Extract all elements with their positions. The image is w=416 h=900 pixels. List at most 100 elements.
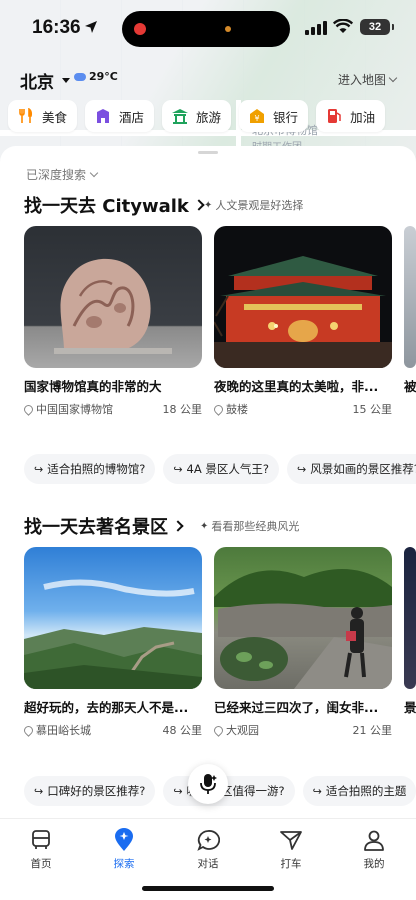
category-travel[interactable]: 旅游 — [162, 100, 232, 132]
tab-label: 探索 — [113, 858, 135, 870]
post-photo — [404, 547, 416, 689]
location-pin-icon — [22, 402, 35, 416]
post-title: 夜晚的这里真的太美啦，非... — [214, 379, 379, 394]
tab-label: 对话 — [197, 858, 219, 870]
section-title-text: 找一天去著名景区 — [24, 517, 168, 538]
enter-map-button[interactable]: 进入地图 — [337, 71, 398, 88]
post-title: 已经来过三四次了，闺女非... — [214, 700, 379, 715]
sheet-handle[interactable] — [198, 151, 218, 154]
category-label: 加油 — [350, 109, 376, 125]
section-subtitle: ✦ 看看那些经典风光 — [200, 518, 299, 534]
tab-label: 首页 — [30, 858, 52, 870]
post-photo — [24, 226, 202, 368]
fuel-icon — [324, 106, 344, 126]
sparkle-icon: ✦ — [200, 520, 209, 532]
post-photo — [214, 226, 392, 368]
post-meta: 鼓楼 15 公里 — [212, 401, 393, 417]
question-chip[interactable]: ↪ 适合拍照的主题 — [302, 776, 416, 806]
post-card[interactable]: 已经来过三四次了，闺女非... 大观园 21 公里 — [212, 547, 393, 738]
question-chip[interactable]: ↪ 口碑好的景区推荐? — [24, 776, 156, 806]
post-distance: 15 公里 — [352, 403, 393, 416]
question-chip[interactable]: ↪ 4A 景区人气王? — [163, 454, 279, 484]
cloud-icon — [74, 72, 86, 81]
deep-search-label: 已深度搜索 — [26, 168, 87, 182]
pavilion-icon — [170, 106, 190, 126]
post-place: 中国国家博物馆 — [36, 403, 113, 416]
post-distance: 21 公里 — [352, 724, 393, 737]
chevron-down-icon — [388, 73, 398, 83]
reply-arrow-icon: ↪ — [173, 784, 183, 798]
status-bar: 16:36 32 — [0, 0, 416, 56]
post-meta: 慕田峪长城 48 公里 — [22, 722, 203, 738]
post-card[interactable]: 国家博物馆真的非常的大 中国国家博物馆 18 公里 — [22, 226, 203, 417]
section-title-citywalk[interactable]: 找一天去 Citywalk — [24, 192, 205, 218]
category-label: 酒店 — [119, 109, 145, 125]
svg-text:¥: ¥ — [255, 114, 260, 123]
status-time: 16:36 — [32, 17, 81, 38]
fork-knife-icon — [16, 106, 36, 126]
post-photo — [214, 547, 392, 689]
caret-down-icon — [62, 78, 70, 83]
reply-arrow-icon: ↪ — [312, 784, 322, 798]
location-pin-icon — [212, 723, 225, 737]
paper-plane-icon — [280, 831, 302, 850]
wifi-icon — [333, 19, 353, 33]
post-card[interactable]: 景 — [404, 547, 416, 738]
post-title: 国家博物馆真的非常的大 — [24, 379, 162, 394]
post-photo — [24, 547, 202, 689]
tab-explore[interactable]: 探索 — [94, 827, 154, 871]
tab-home[interactable]: 首页 — [11, 827, 71, 871]
category-chips: 美食 酒店 旅游 ¥ 银行 加油 — [8, 100, 416, 132]
post-card[interactable]: 超好玩的，去的那天人不是... 慕田峪长城 48 公里 — [22, 547, 203, 738]
sparkle-icon: ✦ — [204, 199, 213, 211]
category-label: 美食 — [42, 109, 68, 125]
chat-bubble-icon — [197, 830, 220, 851]
category-hotel[interactable]: 酒店 — [85, 100, 155, 132]
deep-search-toggle[interactable]: 已深度搜索 — [26, 166, 99, 183]
tab-profile[interactable]: 我的 — [344, 827, 404, 871]
location-pin-icon — [22, 723, 35, 737]
post-place: 慕田峪长城 — [36, 724, 91, 737]
category-fuel[interactable]: 加油 — [316, 100, 386, 132]
dynamic-island — [122, 11, 290, 47]
enter-map-label: 进入地图 — [337, 73, 386, 87]
post-place: 大观园 — [226, 724, 259, 737]
post-distance: 48 公里 — [162, 724, 203, 737]
category-bank[interactable]: ¥ 银行 — [239, 100, 309, 132]
tab-label: 打车 — [280, 858, 302, 870]
category-food[interactable]: 美食 — [8, 100, 78, 132]
category-label: 银行 — [273, 109, 299, 125]
post-title: 被 — [404, 379, 416, 394]
section-subtitle: ✦ 人文景观是好选择 — [204, 197, 303, 213]
question-text: 口碑好的景区推荐? — [47, 784, 146, 798]
question-text: 风景如画的景区推荐? — [310, 462, 416, 476]
weather[interactable]: 29°C — [74, 70, 118, 83]
section-title-text: 找一天去 Citywalk — [24, 196, 189, 217]
explore-sheet[interactable]: 已深度搜索 找一天去 Citywalk ✦ 人文景观是好选择 国家博物馆真的非常… — [0, 146, 416, 818]
post-card[interactable]: 夜晚的这里真的太美啦，非... 鼓楼 15 公里 — [212, 226, 393, 417]
post-photo — [404, 226, 416, 368]
section-title-scenic[interactable]: 找一天去著名景区 — [24, 513, 184, 539]
tab-taxi[interactable]: 打车 — [261, 827, 321, 871]
question-text: 4A 景区人气王? — [186, 462, 269, 476]
voice-input-button[interactable] — [188, 764, 228, 804]
post-distance: 18 公里 — [162, 403, 203, 416]
hotel-icon — [93, 106, 113, 126]
city-selector[interactable]: 北京 — [20, 68, 70, 93]
battery-icon: 32 — [360, 19, 394, 35]
tab-chat[interactable]: 对话 — [178, 827, 238, 871]
microphone-icon — [200, 774, 217, 794]
location-pin-icon — [212, 402, 225, 416]
question-chip[interactable]: ↪ 风景如画的景区推荐? — [287, 454, 416, 484]
reply-arrow-icon: ↪ — [297, 462, 307, 476]
question-chip[interactable]: ↪ 哪些景区值得一游? — [163, 776, 295, 806]
chevron-right-icon — [193, 199, 205, 211]
question-chip[interactable]: ↪ 适合拍照的博物馆? — [24, 454, 156, 484]
post-card[interactable]: 被 — [404, 226, 416, 417]
home-indicator[interactable] — [142, 886, 274, 891]
post-meta: 大观园 21 公里 — [212, 722, 393, 738]
chevron-right-icon — [172, 520, 184, 532]
section-subtitle-text: 看看那些经典风光 — [211, 520, 300, 533]
section-subtitle-text: 人文景观是好选择 — [215, 199, 304, 212]
post-place: 鼓楼 — [226, 403, 248, 416]
